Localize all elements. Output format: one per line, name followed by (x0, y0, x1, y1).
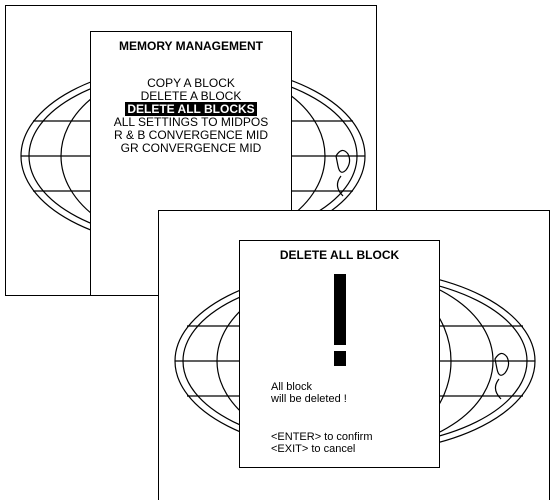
screen-delete-all-block: DELETE ALL BLOCK All block will be delet… (158, 210, 550, 500)
dialog-title: DELETE ALL BLOCK (279, 248, 400, 262)
exit-cancel-hint: <EXIT> to cancel (271, 443, 356, 455)
delete-all-block-dialog: DELETE ALL BLOCK All block will be delet… (239, 240, 440, 468)
message-line-2: will be deleted ! (271, 393, 347, 405)
menu-list: COPY A BLOCK DELETE A BLOCK DELETE ALL B… (91, 77, 291, 155)
menu-item-gr-convergence-mid[interactable]: GR CONVERGENCE MID (91, 142, 291, 155)
message-line-1: All block (271, 381, 312, 393)
delete-warning-message: All block will be deleted ! (271, 381, 347, 405)
key-hints: <ENTER> to confirm <EXIT> to cancel (271, 431, 372, 455)
enter-confirm-hint: <ENTER> to confirm (271, 431, 373, 443)
menu-title: MEMORY MANAGEMENT (119, 39, 263, 53)
